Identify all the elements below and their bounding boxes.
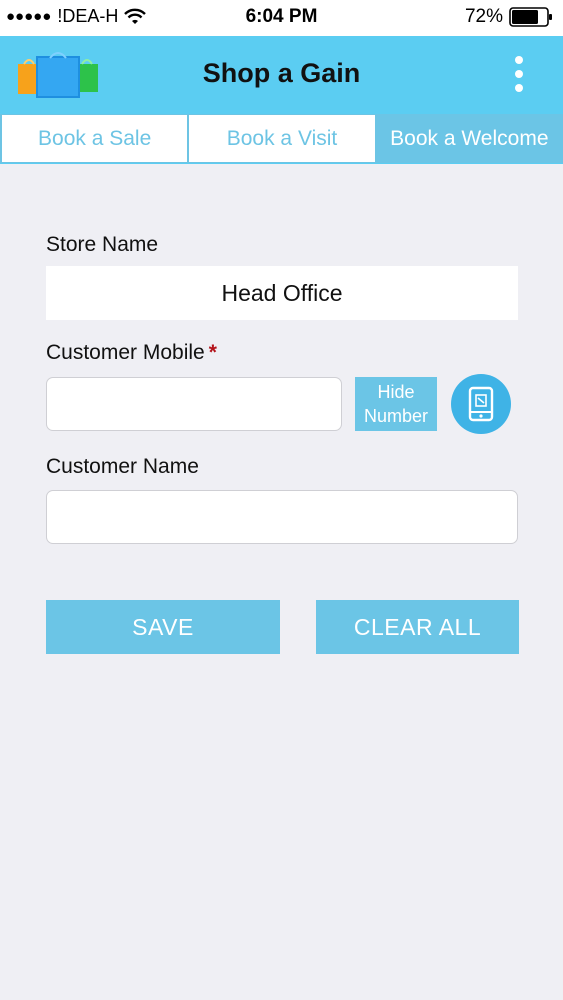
battery-icon: [509, 7, 552, 27]
customer-mobile-input[interactable]: [46, 377, 342, 431]
tab-book-a-sale[interactable]: Book a Sale: [0, 114, 189, 163]
store-name-value[interactable]: Head Office: [46, 266, 518, 320]
battery-percent: 72%: [464, 6, 503, 27]
more-options-icon[interactable]: [515, 56, 525, 96]
required-mark: *: [208, 341, 217, 364]
hide-number-line-1: Hide: [377, 382, 415, 402]
hide-number-line-2: Number: [363, 406, 429, 426]
status-right: 72%: [465, 6, 553, 28]
mobile-phone-icon: [468, 386, 494, 422]
app-header: Shop a Gain: [0, 36, 563, 114]
app-title: Shop a Gain: [202, 58, 361, 88]
app-root: ●●●●● !DEA-H 6:04 PM 72% Shop a Gain Boo…: [0, 0, 563, 1000]
tab-book-a-visit[interactable]: Book a Visit: [188, 114, 376, 163]
store-name-label: Store Name: [46, 233, 159, 256]
tab-book-a-welcome[interactable]: Book a Welcome: [375, 114, 563, 163]
save-button[interactable]: SAVE: [46, 600, 280, 654]
action-buttons: SAVE CLEAR ALL: [46, 600, 519, 654]
tab-bar: Book a Sale Book a Visit Book a Welcome: [0, 114, 563, 164]
hide-number-label: Hide Number: [364, 380, 428, 428]
hide-number-button[interactable]: Hide Number: [355, 377, 437, 431]
mobile-row: Hide Number: [46, 374, 517, 434]
top-area: ●●●●● !DEA-H 6:04 PM 72% Shop a Gain: [0, 0, 563, 114]
menu-dot: [515, 84, 523, 92]
menu-dot: [515, 70, 523, 78]
customer-mobile-label-row: Customer Mobile *: [46, 338, 517, 368]
status-bar: ●●●●● !DEA-H 6:04 PM 72%: [0, 0, 563, 36]
menu-dot: [515, 56, 523, 64]
customer-name-input[interactable]: [46, 490, 518, 544]
clear-all-button[interactable]: CLEAR ALL: [316, 600, 519, 654]
customer-mobile-label: Customer Mobile: [46, 341, 205, 364]
customer-name-label: Customer Name: [46, 455, 199, 478]
mobile-phone-button[interactable]: [451, 374, 511, 434]
form-content: Store Name Head Office Customer Mobile * …: [0, 230, 563, 654]
